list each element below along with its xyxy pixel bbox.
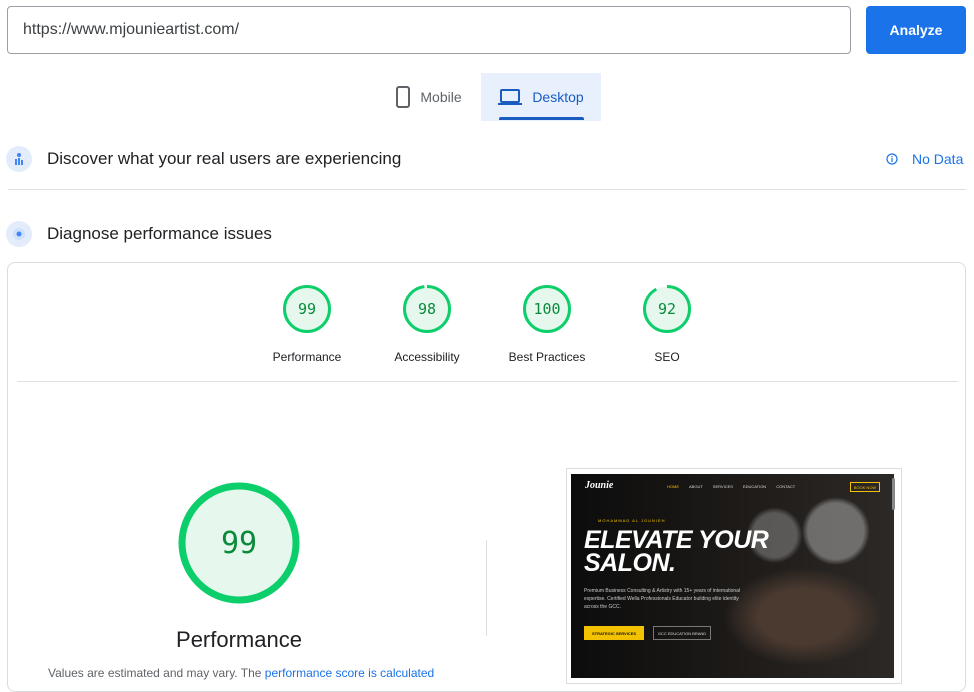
site-nav-item: CONTACT [776,484,796,489]
lab-icon [6,221,32,247]
site-logo: Jounie [585,480,614,491]
score-value: 92 [657,300,677,318]
analyze-button[interactable]: Analyze [866,6,966,54]
score-label: Performance [272,350,342,364]
tab-active-indicator [499,117,584,120]
score-value: 98 [417,300,437,318]
info-icon [886,153,898,165]
url-input[interactable] [7,6,851,54]
site-nav-item: SERVICES [712,484,733,489]
tab-mobile[interactable]: Mobile [378,73,480,121]
phone-icon [396,86,411,108]
lab-data-title: Diagnose performance issues [47,224,272,243]
site-nav-item: EDUCATION [742,484,767,489]
score-accessibility[interactable]: 98 Accessibility [367,284,487,364]
score-value: 100 [533,300,561,318]
score-label: Accessibility [394,350,460,364]
score-label: SEO [654,350,680,364]
score-seo[interactable]: 92 SEO [607,284,727,364]
card-divider [17,381,958,382]
performance-label: Performance [176,627,302,652]
site-eyebrow: MOHAMMAD AL JOUNIEH [598,518,666,523]
gauge: 99 [282,284,332,334]
site-book-button: BOOK NOW [850,482,880,492]
score-performance[interactable]: 99 Performance [247,284,367,364]
performance-score: 99 [220,525,258,561]
field-data-title: Discover what your real users are experi… [47,149,402,168]
score-label: Best Practices [508,350,586,364]
section-divider [8,189,966,190]
score-best-practices[interactable]: 100 Best Practices [487,284,607,364]
site-nav: HOME ABOUT SERVICES EDUCATION CONTACT [667,484,795,489]
gauge: 100 [522,284,572,334]
site-headline: ELEVATE YOUR SALON. [584,526,769,577]
users-icon [6,146,32,172]
tab-desktop[interactable]: Desktop [481,73,601,121]
site-nav-item: HOME [667,484,679,489]
site-nav-item: ABOUT [689,484,703,489]
no-data-label: No Data [912,151,964,167]
no-data-link[interactable]: No Data [886,151,963,167]
score-value: 99 [297,300,317,318]
tab-desktop-label: Desktop [532,89,584,105]
laptop-icon [498,89,523,105]
tab-mobile-label: Mobile [420,89,462,105]
site-cta-secondary: GCC EDUCATION BRAND [653,626,711,640]
vertical-divider [486,540,487,636]
screenshot-scrollbar [892,478,895,510]
gauge: 92 [642,284,692,334]
site-body-text: Premium Business Consulting & Artistry w… [584,588,741,610]
site-cta-primary: STRATEGIC SERVICES [584,626,644,640]
gauge: 98 [402,284,452,334]
